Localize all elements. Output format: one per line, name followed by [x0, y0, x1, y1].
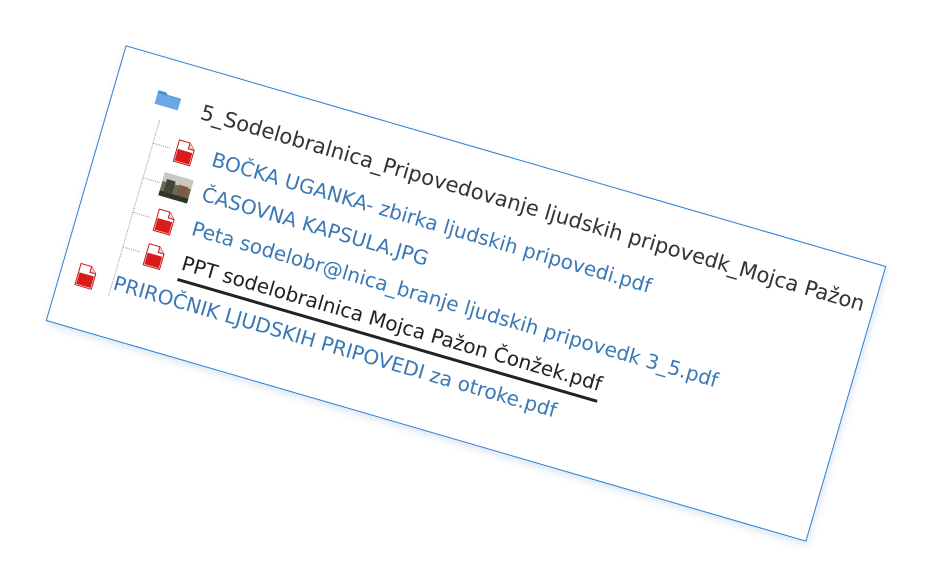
tree-branch [122, 246, 140, 253]
file-tree-panel: 5_Sodelobralnica_Pripovedovanje ljudskih… [45, 45, 887, 542]
pdf-icon [142, 243, 165, 271]
tree-connector [108, 120, 161, 296]
folder-icon [154, 90, 182, 111]
image-thumbnail-icon [158, 172, 194, 204]
pdf-icon [74, 262, 97, 290]
tree-branch [132, 211, 150, 218]
tree-sibling-item[interactable]: PRIROČNIK LJUDSKIH PRIPOVEDI za otroke.p… [70, 258, 560, 422]
tree-branch [152, 142, 170, 149]
pdf-icon [152, 208, 175, 236]
pdf-icon [172, 139, 195, 167]
tree-branch [142, 177, 160, 184]
tree-folder[interactable]: 5_Sodelobralnica_Pripovedovanje ljudskih… [151, 85, 867, 316]
